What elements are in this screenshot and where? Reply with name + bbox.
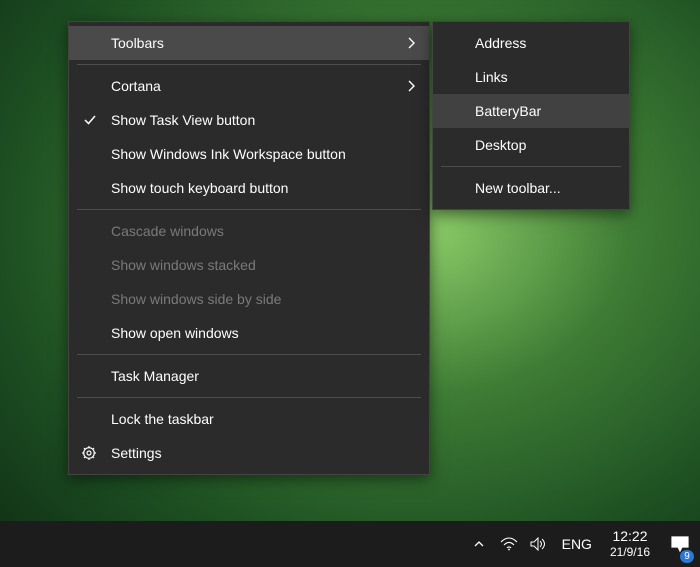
menu-item-label: Task Manager bbox=[111, 368, 199, 384]
menu-item-label: Show windows side by side bbox=[111, 291, 281, 307]
menu-item-label: Toolbars bbox=[111, 35, 164, 51]
menu-item-cortana[interactable]: Cortana bbox=[69, 69, 429, 103]
volume-icon[interactable] bbox=[524, 521, 554, 567]
menu-item-label: Cascade windows bbox=[111, 223, 224, 239]
toolbars-submenu: Address Links BatteryBar Desktop New too… bbox=[432, 21, 630, 210]
system-tray: ENG 12:22 21/9/16 9 bbox=[464, 521, 700, 567]
menu-item-label: New toolbar... bbox=[475, 180, 561, 196]
menu-item-label: Show Windows Ink Workspace button bbox=[111, 146, 346, 162]
menu-item-label: Address bbox=[475, 35, 526, 51]
menu-separator bbox=[77, 209, 421, 210]
menu-item-settings[interactable]: Settings bbox=[69, 436, 429, 470]
clock-time: 12:22 bbox=[610, 528, 650, 545]
menu-item-label: Show Task View button bbox=[111, 112, 255, 128]
menu-separator bbox=[77, 354, 421, 355]
menu-item-stacked: Show windows stacked bbox=[69, 248, 429, 282]
menu-item-label: Show windows stacked bbox=[111, 257, 256, 273]
menu-item-task-manager[interactable]: Task Manager bbox=[69, 359, 429, 393]
submenu-item-new-toolbar[interactable]: New toolbar... bbox=[433, 171, 629, 205]
menu-separator bbox=[77, 397, 421, 398]
menu-item-label: Cortana bbox=[111, 78, 161, 94]
submenu-item-desktop[interactable]: Desktop bbox=[433, 128, 629, 162]
tray-chevron-icon[interactable] bbox=[464, 521, 494, 567]
menu-item-toolbars[interactable]: Toolbars bbox=[69, 26, 429, 60]
menu-item-label: Desktop bbox=[475, 137, 526, 153]
action-center-icon[interactable]: 9 bbox=[660, 521, 700, 567]
tray-language[interactable]: ENG bbox=[554, 521, 600, 567]
submenu-item-batterybar[interactable]: BatteryBar bbox=[433, 94, 629, 128]
submenu-item-address[interactable]: Address bbox=[433, 26, 629, 60]
language-label: ENG bbox=[562, 536, 592, 552]
menu-item-show-task-view[interactable]: Show Task View button bbox=[69, 103, 429, 137]
tray-clock[interactable]: 12:22 21/9/16 bbox=[600, 528, 660, 559]
menu-item-open-windows[interactable]: Show open windows bbox=[69, 316, 429, 350]
menu-item-lock-taskbar[interactable]: Lock the taskbar bbox=[69, 402, 429, 436]
menu-item-label: Show touch keyboard button bbox=[111, 180, 288, 196]
menu-item-touch-keyboard[interactable]: Show touch keyboard button bbox=[69, 171, 429, 205]
chevron-right-icon bbox=[407, 36, 417, 50]
clock-date: 21/9/16 bbox=[610, 545, 650, 559]
menu-item-label: Lock the taskbar bbox=[111, 411, 214, 427]
menu-item-cascade-windows: Cascade windows bbox=[69, 214, 429, 248]
menu-item-label: Settings bbox=[111, 445, 162, 461]
gear-icon bbox=[81, 445, 97, 461]
wifi-icon[interactable] bbox=[494, 521, 524, 567]
taskbar[interactable]: ENG 12:22 21/9/16 9 bbox=[0, 521, 700, 567]
menu-item-label: Show open windows bbox=[111, 325, 239, 341]
menu-separator bbox=[77, 64, 421, 65]
menu-item-label: Links bbox=[475, 69, 508, 85]
chevron-right-icon bbox=[407, 79, 417, 93]
taskbar-context-menu: Toolbars Cortana Show Task View button S… bbox=[68, 21, 430, 475]
check-icon bbox=[83, 113, 97, 127]
menu-item-ink-workspace[interactable]: Show Windows Ink Workspace button bbox=[69, 137, 429, 171]
notification-badge: 9 bbox=[680, 550, 694, 563]
submenu-item-links[interactable]: Links bbox=[433, 60, 629, 94]
menu-item-label: BatteryBar bbox=[475, 103, 541, 119]
menu-item-side-by-side: Show windows side by side bbox=[69, 282, 429, 316]
menu-separator bbox=[441, 166, 621, 167]
